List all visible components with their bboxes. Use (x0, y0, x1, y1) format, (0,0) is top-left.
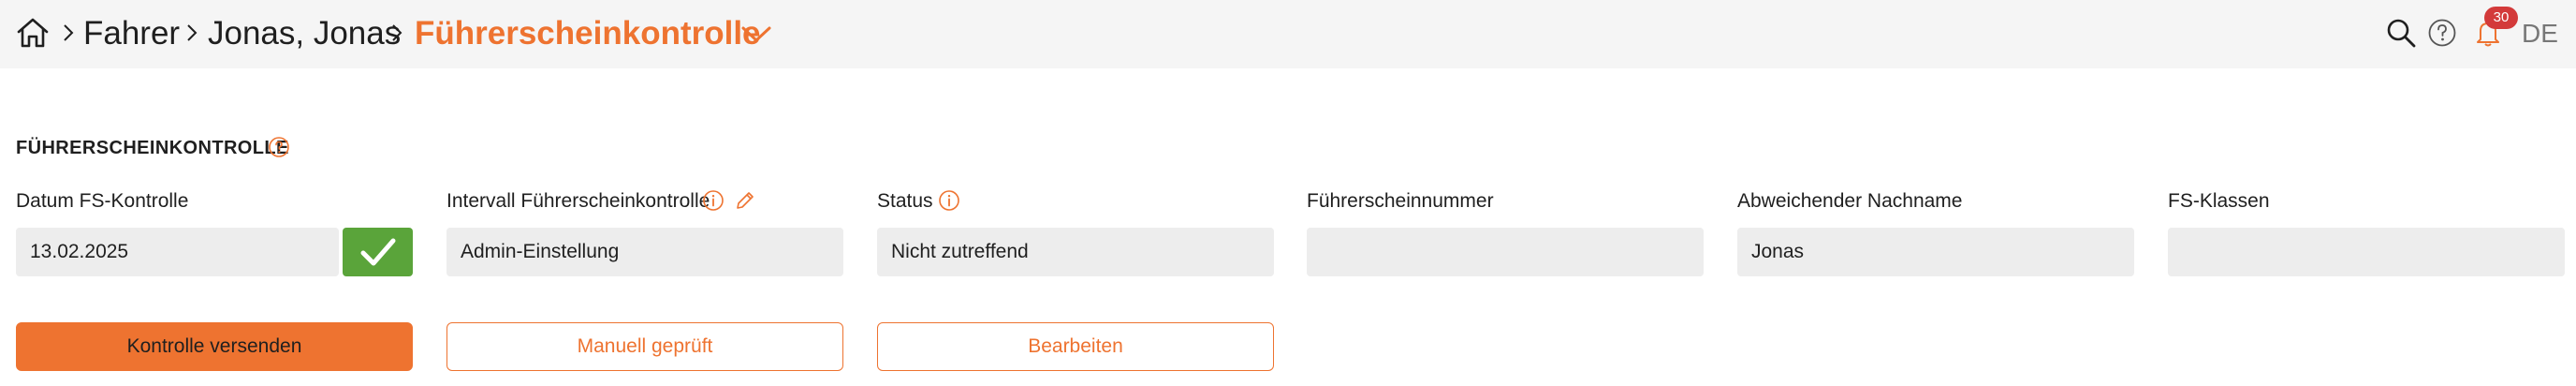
top-navigation-bar: Fahrer Jonas, Jonas Führerscheinkontroll… (0, 0, 2576, 68)
breadcrumb-fahrer[interactable]: Fahrer (83, 13, 180, 54)
search-icon[interactable] (2385, 17, 2417, 49)
help-icon[interactable] (2426, 17, 2458, 49)
language-selector[interactable]: DE (2522, 17, 2558, 51)
status-label: Status (877, 190, 933, 212)
status-field[interactable]: Nicht zutreffend (877, 228, 1274, 276)
fs-klassen-label: FS-Klassen (2168, 190, 2270, 212)
info-icon[interactable] (702, 189, 724, 212)
fuehrerscheinnummer-label: Führerscheinnummer (1307, 190, 1494, 212)
breadcrumb-driver-name[interactable]: Jonas, Jonas (208, 13, 401, 54)
checkmark-icon (360, 238, 396, 266)
edit-pencil-icon[interactable] (734, 189, 756, 212)
manual-check-button[interactable]: Manuell geprüft (446, 322, 843, 371)
datum-fs-kontrolle-field[interactable]: 13.02.2025 (16, 228, 339, 276)
home-icon[interactable] (15, 15, 51, 51)
abweichender-nachname-field[interactable]: Jonas (1737, 228, 2134, 276)
fs-klassen-field[interactable] (2168, 228, 2565, 276)
info-icon[interactable] (938, 189, 960, 212)
section-title: FÜHRERSCHEINKONTROLLE (16, 138, 289, 158)
notification-badge: 30 (2484, 7, 2518, 29)
breadcrumb-current-page[interactable]: Führerscheinkontrolle (415, 13, 761, 54)
chevron-right-icon (64, 24, 74, 41)
chevron-down-icon[interactable] (739, 22, 773, 45)
verified-check-button[interactable] (343, 228, 413, 276)
fuehrerscheinnummer-field[interactable] (1307, 228, 1704, 276)
abweichender-nachname-label: Abweichender Nachname (1737, 190, 1963, 212)
send-check-button[interactable]: Kontrolle versenden (16, 322, 413, 371)
intervall-field[interactable]: Admin-Einstellung (446, 228, 843, 276)
help-icon[interactable] (268, 136, 290, 158)
chevron-right-icon (392, 24, 402, 41)
chevron-right-icon (187, 24, 198, 41)
datum-fs-kontrolle-label: Datum FS-Kontrolle (16, 190, 189, 212)
intervall-label: Intervall Führerscheinkontrolle (446, 190, 710, 212)
edit-button[interactable]: Bearbeiten (877, 322, 1274, 371)
